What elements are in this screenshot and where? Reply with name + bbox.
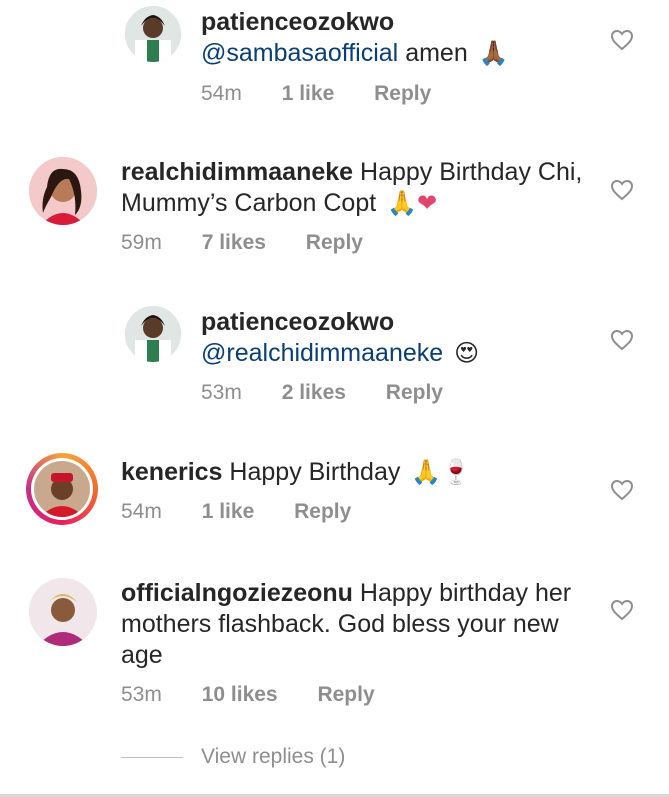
comment-meta: 53m 2 likes Reply: [201, 381, 477, 405]
comment-meta: 59m 7 likes Reply: [121, 231, 397, 255]
heart-outline-icon[interactable]: [610, 29, 634, 51]
avatar[interactable]: [125, 6, 181, 62]
comment-text: patienceozokwo @sambasaofficial amen 🙏🏾: [201, 7, 669, 69]
comment-likes[interactable]: 10 likes: [202, 683, 278, 706]
comment-emoji: 🙏❤: [387, 190, 438, 217]
comment-text: kenerics Happy Birthday 🙏🍷: [121, 457, 591, 488]
avatar-image: [125, 306, 181, 362]
reply-button[interactable]: Reply: [386, 381, 443, 404]
comment-emoji: 🙏🏾: [478, 40, 509, 67]
reply-button[interactable]: Reply: [294, 500, 351, 523]
avatar[interactable]: [29, 157, 97, 225]
comment-username[interactable]: officialngoziezeonu: [121, 579, 353, 607]
avatar[interactable]: [29, 578, 97, 646]
comment-username[interactable]: patienceozokwo: [201, 307, 669, 338]
comment-time: 54m: [121, 500, 162, 523]
view-replies-label: View replies (1): [201, 745, 346, 768]
comment-body: amen: [405, 39, 468, 67]
heart-outline-icon[interactable]: [610, 479, 634, 501]
comment-text: patienceozokwo @realchidimmaaneke 😍: [201, 307, 669, 369]
comment-likes[interactable]: 7 likes: [202, 231, 266, 254]
avatar-image: [29, 157, 97, 225]
comment-username[interactable]: kenerics: [121, 458, 222, 486]
avatar-image: [34, 461, 90, 517]
avatar-image: [29, 578, 97, 646]
heart-outline-icon[interactable]: [610, 329, 634, 351]
comment-meta: 53m 10 likes Reply: [121, 683, 409, 707]
comment-likes[interactable]: 1 like: [282, 82, 335, 105]
comment-mention[interactable]: @sambasaofficial: [201, 39, 398, 67]
comment-text: realchidimmaaneke Happy Birthday Chi, Mu…: [121, 157, 591, 219]
comment-username[interactable]: patienceozokwo: [201, 7, 669, 38]
heart-outline-icon[interactable]: [610, 179, 634, 201]
comment-username[interactable]: realchidimmaaneke: [121, 158, 353, 186]
comment-time: 54m: [201, 82, 242, 105]
view-replies-button[interactable]: View replies (1): [121, 745, 345, 769]
heart-outline-icon[interactable]: [610, 599, 634, 621]
comment-mention[interactable]: @realchidimmaaneke: [201, 339, 443, 367]
comment-emoji: 🙏🍷: [411, 459, 472, 486]
comment-time: 53m: [121, 683, 162, 706]
comment-meta: 54m 1 like Reply: [121, 500, 385, 524]
reply-button[interactable]: Reply: [306, 231, 363, 254]
comment-emoji: 😍: [454, 340, 480, 367]
divider-line: [121, 756, 183, 758]
avatar-image: [125, 6, 181, 62]
comment-text: officialngoziezeonu Happy birthday her m…: [121, 578, 591, 671]
avatar[interactable]: [125, 306, 181, 362]
reply-button[interactable]: Reply: [374, 82, 431, 105]
comment-meta: 54m 1 like Reply: [201, 82, 465, 106]
comment-likes[interactable]: 1 like: [202, 500, 255, 523]
avatar-story-ring[interactable]: [26, 453, 98, 525]
reply-button[interactable]: Reply: [317, 683, 374, 706]
comment-likes[interactable]: 2 likes: [282, 381, 346, 404]
comment-body: Happy Birthday: [229, 458, 401, 486]
comment-time: 53m: [201, 381, 242, 404]
comment-time: 59m: [121, 231, 162, 254]
